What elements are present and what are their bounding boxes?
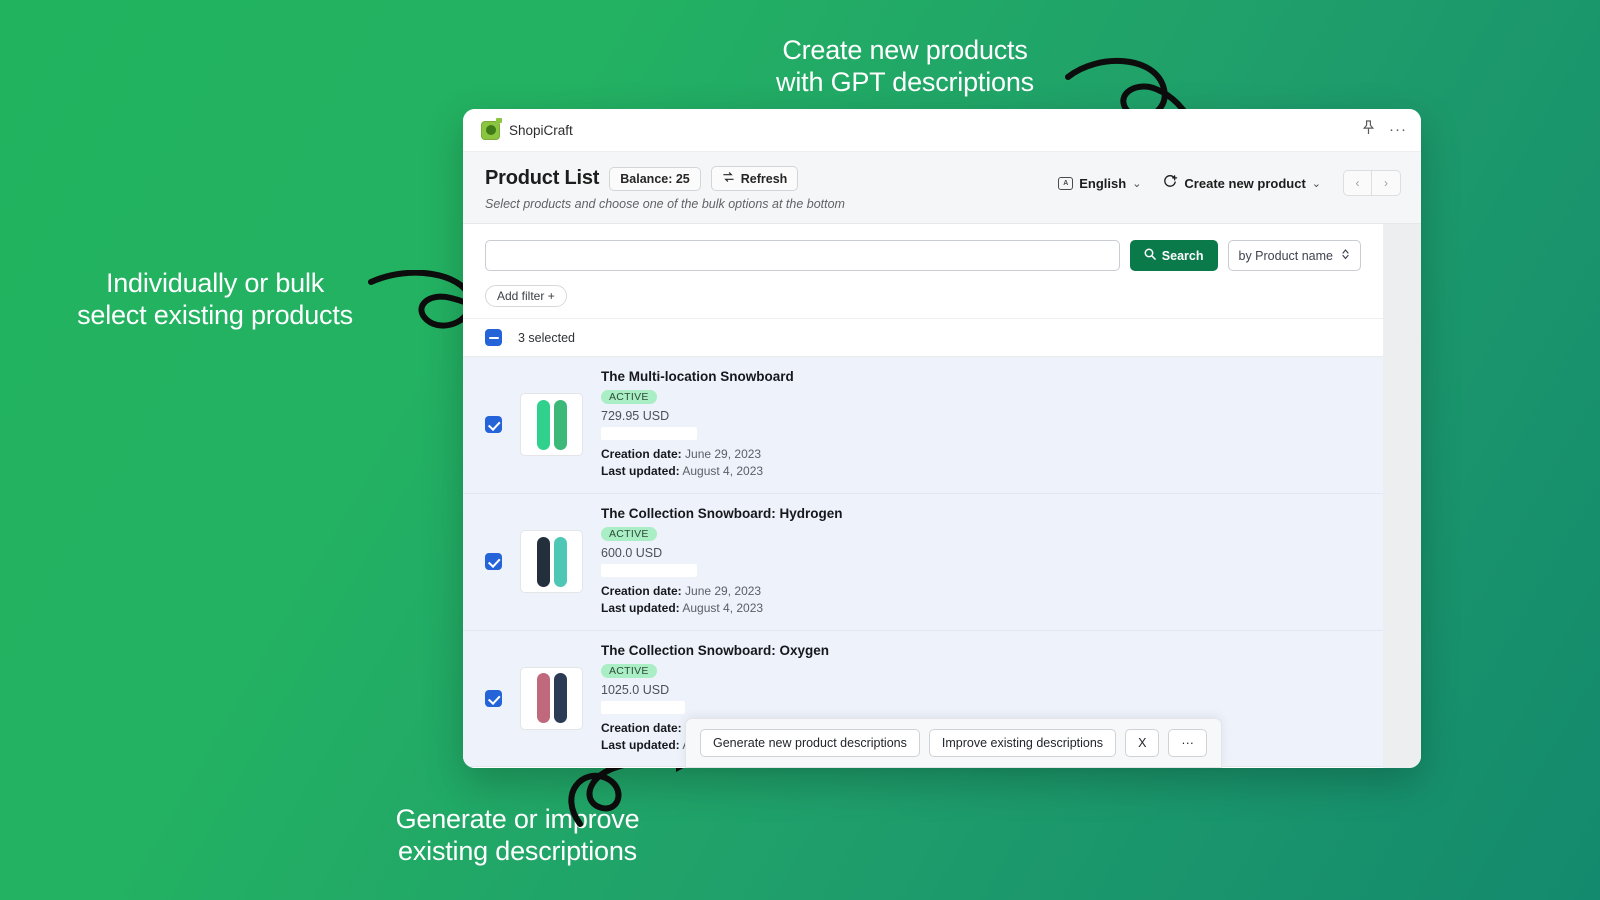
product-checkbox[interactable] xyxy=(485,690,502,707)
snowboard-image xyxy=(554,537,567,587)
create-new-product-label: Create new product xyxy=(1184,176,1305,191)
redacted-field xyxy=(601,701,685,714)
app-body: Search by Product name Add filter + 3 se… xyxy=(463,224,1421,768)
shopicraft-logo-icon xyxy=(481,121,500,140)
search-icon xyxy=(1144,248,1156,263)
search-button[interactable]: Search xyxy=(1130,240,1218,271)
prev-page-button[interactable]: ‹ xyxy=(1343,170,1372,196)
product-price: 729.95 USD xyxy=(601,409,1361,423)
product-list: The Multi-location Snowboard ACTIVE 729.95… xyxy=(463,357,1383,767)
creation-date-label: Creation date: xyxy=(601,447,682,461)
more-actions-button[interactable]: ··· xyxy=(1168,729,1207,757)
right-gutter xyxy=(1383,224,1421,768)
create-new-product-button[interactable]: Create new product ⌄ xyxy=(1163,174,1321,192)
snowboard-image xyxy=(554,673,567,723)
app-window: ShopiCraft ··· Product List Balance: 25 xyxy=(463,109,1421,768)
sort-dropdown[interactable]: by Product name xyxy=(1228,240,1362,271)
product-meta: Creation date: June 29, 2023 Last updated… xyxy=(601,446,1361,481)
chevron-down-icon: ⌄ xyxy=(1312,177,1321,190)
creation-date-value: June 29, 2023 xyxy=(685,447,761,461)
search-button-label: Search xyxy=(1162,249,1204,263)
selected-count-label: 3 selected xyxy=(518,331,575,345)
creation-date-label: Creation date: xyxy=(601,721,682,735)
title-row: Product List Balance: 25 Refresh xyxy=(485,166,1058,191)
close-bulk-bar-button[interactable]: X xyxy=(1125,729,1159,757)
status-badge: ACTIVE xyxy=(601,527,657,541)
pin-icon[interactable] xyxy=(1362,120,1375,140)
chevron-updown-icon xyxy=(1341,248,1350,263)
add-product-icon xyxy=(1163,174,1178,192)
product-row[interactable]: The Multi-location Snowboard ACTIVE 729.95… xyxy=(463,357,1383,494)
select-all-row: 3 selected xyxy=(463,319,1383,357)
add-filter-chip[interactable]: Add filter + xyxy=(485,285,567,307)
product-info: The Multi-location Snowboard ACTIVE 729.95… xyxy=(601,369,1361,481)
chevron-down-icon: ⌄ xyxy=(1132,177,1141,190)
product-checkbox[interactable] xyxy=(485,416,502,433)
last-updated-label: Last updated: xyxy=(601,601,680,615)
product-thumbnail xyxy=(520,393,583,456)
product-price: 1025.0 USD xyxy=(601,683,1361,697)
refresh-label: Refresh xyxy=(741,172,788,186)
content-panel: Search by Product name Add filter + 3 se… xyxy=(463,224,1383,768)
creation-date-label: Creation date: xyxy=(601,584,682,598)
product-price: 600.0 USD xyxy=(601,546,1361,560)
refresh-icon xyxy=(722,171,735,186)
product-info: The Collection Snowboard: Hydrogen ACTIVE… xyxy=(601,506,1361,618)
last-updated-label: Last updated: xyxy=(601,464,680,478)
snowboard-image xyxy=(554,400,567,450)
window-titlebar: ShopiCraft ··· xyxy=(463,109,1421,151)
header-right: A English ⌄ Create new product ⌄ ‹ › xyxy=(1058,166,1401,196)
next-page-button[interactable]: › xyxy=(1372,170,1401,196)
creation-date-value: June 29, 2023 xyxy=(685,584,761,598)
snowboard-image xyxy=(537,400,550,450)
annotation-select-products: Individually or bulk select existing pro… xyxy=(25,267,405,332)
status-badge: ACTIVE xyxy=(601,664,657,678)
product-name: The Multi-location Snowboard xyxy=(601,369,1361,384)
page-subtitle: Select products and choose one of the bu… xyxy=(485,197,1058,211)
app-brand: ShopiCraft xyxy=(481,121,573,140)
last-updated-label: Last updated: xyxy=(601,738,680,752)
refresh-button[interactable]: Refresh xyxy=(711,166,799,191)
bulk-action-bar: Generate new product descriptions Improv… xyxy=(685,718,1222,768)
product-thumbnail xyxy=(520,530,583,593)
product-meta: Creation date: June 29, 2023 Last updated… xyxy=(601,583,1361,618)
product-name: The Collection Snowboard: Oxygen xyxy=(601,643,1361,658)
sort-dropdown-label: by Product name xyxy=(1239,249,1334,263)
snowboard-image xyxy=(537,537,550,587)
window-controls: ··· xyxy=(1362,120,1407,140)
annotation-generate-descriptions: Generate or improve existing description… xyxy=(345,803,690,868)
pagination: ‹ › xyxy=(1343,170,1401,196)
balance-button[interactable]: Balance: 25 xyxy=(609,167,700,191)
product-name: The Collection Snowboard: Hydrogen xyxy=(601,506,1361,521)
status-badge: ACTIVE xyxy=(601,390,657,404)
last-updated-value: August 4, 2023 xyxy=(682,464,763,478)
ellipsis-icon[interactable]: ··· xyxy=(1389,126,1407,134)
language-label: English xyxy=(1079,176,1126,191)
redacted-field xyxy=(601,427,697,440)
annotation-create-products: Create new products with GPT description… xyxy=(700,34,1110,99)
improve-descriptions-button[interactable]: Improve existing descriptions xyxy=(929,729,1116,757)
translate-icon: A xyxy=(1058,177,1073,190)
product-thumbnail xyxy=(520,667,583,730)
search-input[interactable] xyxy=(485,240,1120,271)
language-selector[interactable]: A English ⌄ xyxy=(1058,176,1141,191)
filter-row: Add filter + xyxy=(463,283,1383,319)
header-left: Product List Balance: 25 Refresh Select … xyxy=(485,166,1058,211)
snowboard-image xyxy=(537,673,550,723)
generate-descriptions-button[interactable]: Generate new product descriptions xyxy=(700,729,920,757)
search-row: Search by Product name xyxy=(463,224,1383,283)
app-title: ShopiCraft xyxy=(509,123,573,138)
last-updated-value: August 4, 2023 xyxy=(682,601,763,615)
page-title: Product List xyxy=(485,167,599,190)
select-all-checkbox[interactable] xyxy=(485,329,502,346)
product-row[interactable]: The Collection Snowboard: Hydrogen ACTIVE… xyxy=(463,494,1383,631)
product-checkbox[interactable] xyxy=(485,553,502,570)
page-header: Product List Balance: 25 Refresh Select … xyxy=(463,151,1421,224)
redacted-field xyxy=(601,564,697,577)
